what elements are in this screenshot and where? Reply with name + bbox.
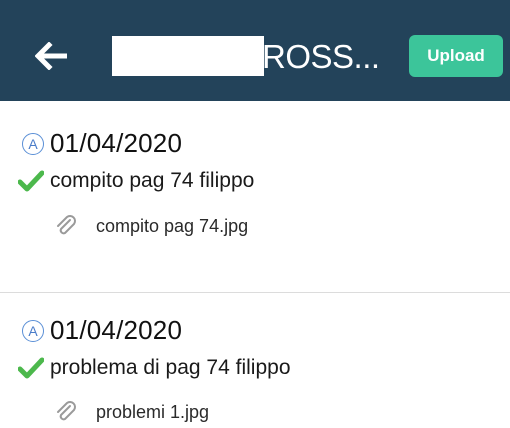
back-button[interactable] [30,38,74,74]
attachment-name: problemi 1.jpg [96,401,210,422]
arrow-left-icon [35,42,67,70]
attachment-link[interactable]: compito pag 74.jpg [54,214,248,238]
entry-date: 01/04/2020 [50,128,183,158]
task-row: problema di pag 74 filippo [18,356,375,380]
paperclip-icon [57,215,76,235]
task-text: problema di pag 74 filippo [50,356,291,379]
redacted-surname [296,361,375,375]
list-item[interactable]: A 01/04/2020 problema di pag 74 filippo … [0,293,510,428]
redacted-name [112,36,264,76]
upload-button[interactable]: Upload [409,35,503,77]
redacted-surname [260,174,317,188]
author-badge: A [22,132,44,155]
entry-date-row: A 01/04/2020 [22,315,182,346]
entry-date: 01/04/2020 [50,315,183,345]
checkmark-icon [18,170,44,192]
checkmark-icon [18,357,44,379]
attachment-name: compito pag 74.jpg [96,215,249,236]
app-header: ROSS... Upload [0,0,510,101]
task-text: compito pag 74 filippo [50,169,255,192]
paperclip-icon [57,401,76,421]
attachment-link[interactable]: problemi 1.jpg [54,400,209,424]
entry-date-row: A 01/04/2020 [22,128,182,159]
page-title: ROSS... [262,37,380,75]
list-item[interactable]: A 01/04/2020 compito pag 74 filippo comp… [0,101,510,293]
author-badge: A [22,319,44,342]
page-title-wrap: ROSS... [112,32,380,80]
task-row: compito pag 74 filippo [18,169,317,193]
